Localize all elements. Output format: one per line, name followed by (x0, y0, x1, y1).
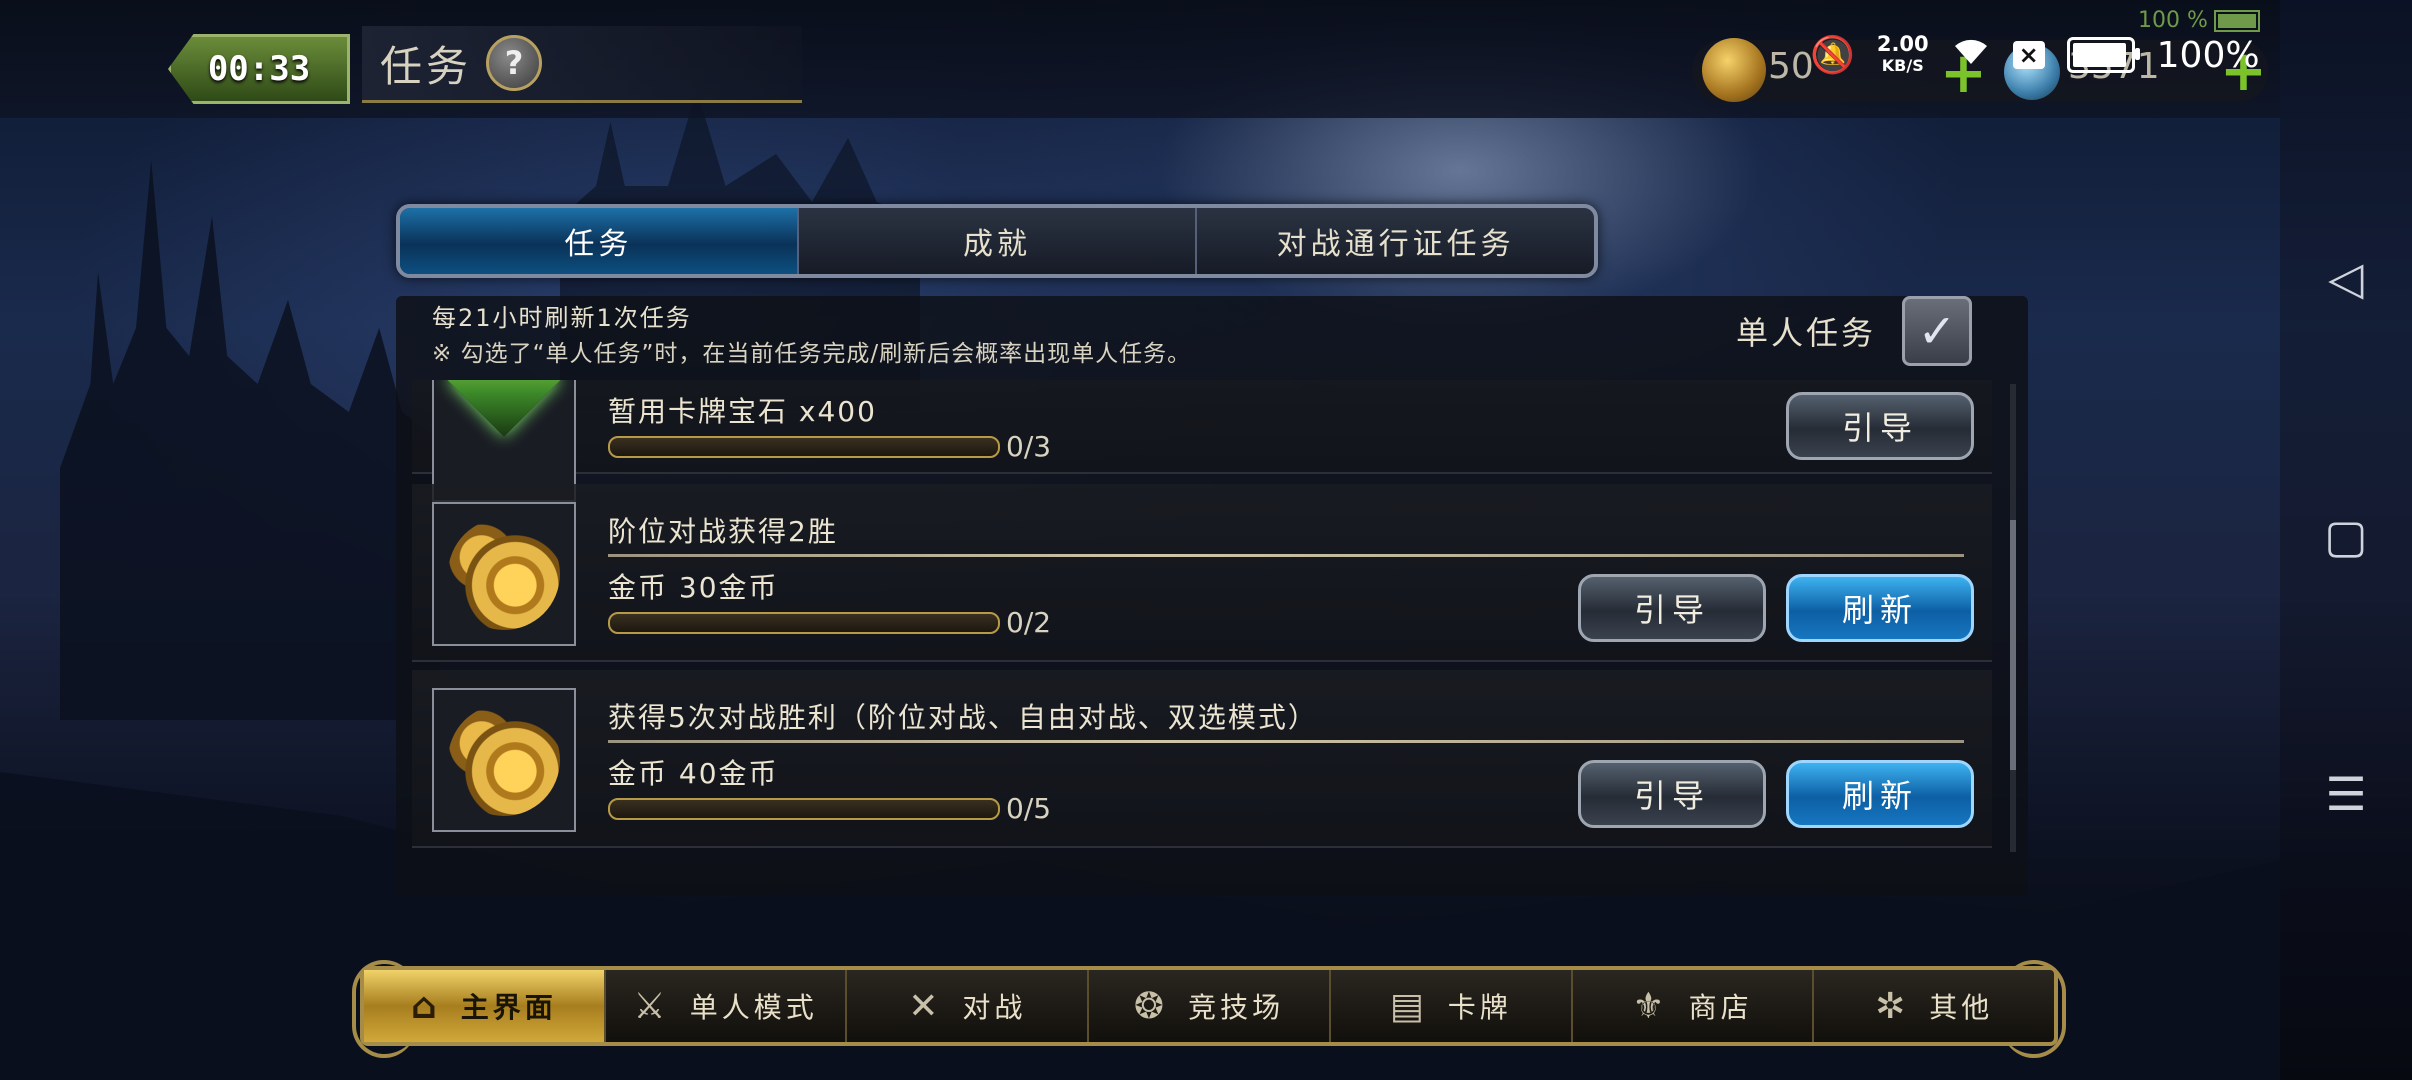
battery-icon (2066, 37, 2140, 73)
gold-amount: 50 (1768, 46, 1814, 87)
net-speed-value: 2.00 (1876, 32, 1929, 56)
mini-battery-icon (2213, 9, 2260, 32)
arena-icon: ❂ (1133, 985, 1169, 1027)
task-divider (608, 740, 1964, 743)
task-reward: 暂用卡牌宝石 x400 (608, 395, 877, 428)
nav-label: 主界面 (460, 991, 557, 1024)
guide-button[interactable]: 引导 (1578, 760, 1766, 828)
single-task-checkbox[interactable]: ✓ (1902, 296, 1972, 366)
nav-label: 对战 (962, 991, 1027, 1024)
crossed-swords-icon: ✕ (908, 985, 943, 1027)
nav-home-square-icon[interactable]: ▢ (2322, 512, 2370, 560)
wifi-icon (1951, 34, 1991, 77)
sword-shield-icon: ⚔ (633, 985, 670, 1027)
mute-bell-icon: 🔕 (1810, 35, 1855, 76)
network-speed: 2.00 KB/S (1877, 34, 1929, 76)
tab-achievements[interactable]: 成就 (799, 208, 1198, 274)
cards-icon: ▤ (1389, 985, 1428, 1027)
nav-shop[interactable]: ⚜ 商店 (1573, 970, 1815, 1042)
task-progress-bar (608, 798, 1000, 820)
task-tabs: 任务 成就 对战通行证任务 (396, 204, 1598, 278)
nav-label: 单人模式 (689, 991, 818, 1024)
refresh-button[interactable]: 刷新 (1786, 760, 1974, 828)
bottom-navigation: ⌂ 主界面 ⚔ 单人模式 ✕ 对战 ❂ 竞技场 ▤ 卡牌 ⚜ 商店 ✲ 其他 (360, 966, 2058, 1046)
nav-label: 商店 (1688, 991, 1753, 1024)
task-row: 暂用卡牌宝石 x400 0/3 引导 (412, 380, 1992, 502)
other-icon: ✲ (1875, 985, 1910, 1027)
battery-percent: 100% (2156, 34, 2260, 76)
tab-tasks[interactable]: 任务 (400, 208, 799, 274)
net-speed-unit: KB/S (1881, 56, 1924, 75)
task-reward: 金币 40金币 (608, 757, 779, 790)
single-task-label: 单人任务 (1736, 314, 1877, 352)
home-icon: ⌂ (410, 985, 441, 1027)
task-row: 获得5次对战胜利（阶位对战、自由对战、双选模式） 金币 40金币 0/5 引导 … (412, 670, 1992, 848)
task-progress-count: 0/2 (1006, 606, 1052, 639)
gold-coin-reward-icon (432, 688, 576, 832)
task-title: 阶位对战获得2胜 (608, 515, 838, 548)
nav-main-menu[interactable]: ⌂ 主界面 (364, 970, 606, 1042)
gold-coin-reward-icon (432, 502, 576, 646)
guide-button[interactable]: 引导 (1578, 574, 1766, 642)
task-progress-bar (608, 436, 1000, 458)
system-status-bar: 🔕 2.00 KB/S × 100% (1810, 30, 2260, 80)
nav-back-triangle-icon[interactable]: ◁ (2322, 254, 2370, 302)
nav-single-mode[interactable]: ⚔ 单人模式 (606, 970, 848, 1042)
task-progress-bar (608, 612, 1000, 634)
refresh-note: 每21小时刷新1次任务 (432, 304, 692, 332)
refresh-button[interactable]: 刷新 (1786, 574, 1974, 642)
task-title: 获得5次对战胜利（阶位对战、自由对战、双选模式） (608, 701, 1318, 734)
tab-battle-pass-tasks[interactable]: 对战通行证任务 (1197, 208, 1594, 274)
nav-cards[interactable]: ▤ 卡牌 (1331, 970, 1573, 1042)
castle-silhouette-left (60, 160, 440, 720)
help-icon[interactable]: ? (486, 35, 543, 91)
page-title: 任务 (380, 41, 473, 91)
nav-menu-lines-icon[interactable]: ☰ (2322, 770, 2370, 818)
notification-close-icon: × (2012, 41, 2045, 69)
guide-button[interactable]: 引导 (1786, 392, 1974, 460)
nav-battle[interactable]: ✕ 对战 (847, 970, 1090, 1042)
task-reward: 金币 30金币 (608, 571, 779, 604)
task-divider (608, 554, 1964, 557)
gold-coin-icon (1702, 38, 1766, 102)
task-progress-count: 0/5 (1006, 792, 1052, 825)
check-mark-icon: ✓ (1917, 304, 1957, 358)
nav-label: 其他 (1929, 991, 1994, 1024)
back-button[interactable]: 00:33 (168, 34, 350, 104)
timer-text: 00:33 (207, 49, 311, 89)
nav-arena[interactable]: ❂ 竞技场 (1089, 970, 1331, 1042)
shop-icon: ⚜ (1632, 985, 1669, 1027)
scrollbar-thumb[interactable] (2010, 520, 2016, 770)
nav-label: 竞技场 (1188, 991, 1285, 1024)
nav-label: 卡牌 (1447, 991, 1512, 1024)
task-list[interactable]: 暂用卡牌宝石 x400 0/3 引导 阶位对战获得2胜 金币 30金币 0/2 … (412, 380, 1992, 860)
refresh-note-detail: ※ 勾选了“单人任务”时，在当前任务完成/刷新后会概率出现单人任务。 (432, 341, 1192, 367)
task-row: 阶位对战获得2胜 金币 30金币 0/2 引导 刷新 (412, 484, 1992, 662)
page-header: 任务 ? (362, 26, 802, 103)
task-progress-count: 0/3 (1006, 430, 1052, 463)
nav-other[interactable]: ✲ 其他 (1814, 970, 2054, 1042)
